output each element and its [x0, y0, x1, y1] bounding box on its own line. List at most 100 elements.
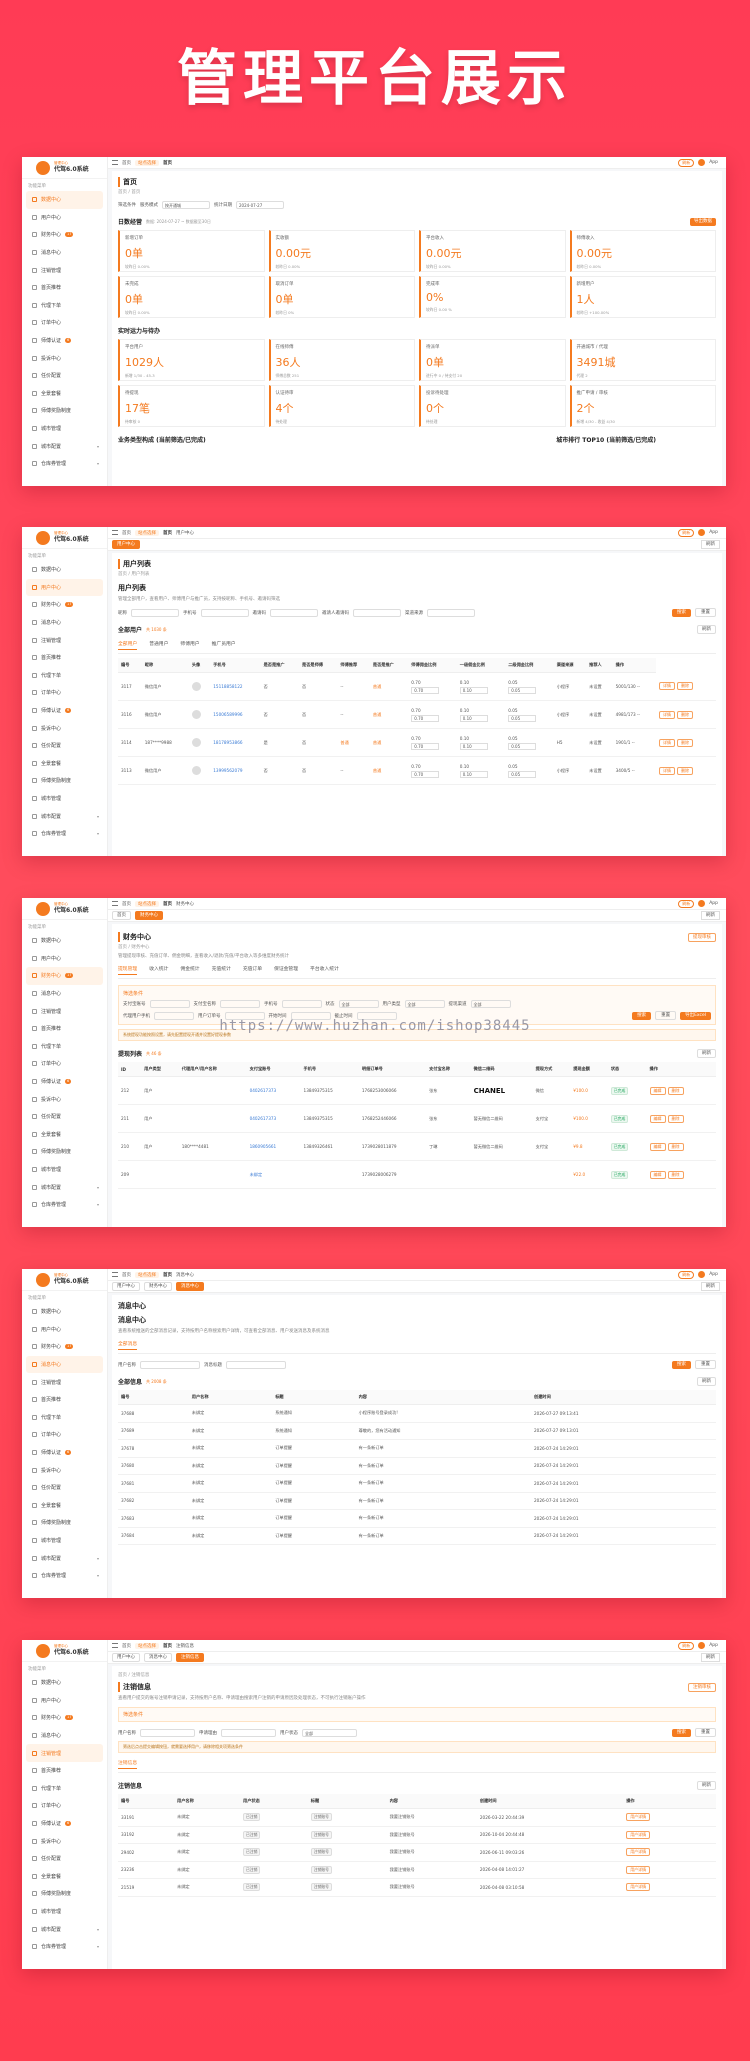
sidebar-item[interactable]: 城市配置 ▾ — [22, 1920, 107, 1938]
avatar[interactable] — [698, 159, 706, 166]
deregister-review-button[interactable]: 注销审核 — [688, 1682, 716, 1692]
tab-deregistration-info[interactable]: 注销信息 — [118, 1759, 138, 1769]
sidebar-item[interactable]: 财务中心 17 — [26, 967, 103, 985]
sidebar-item[interactable]: 用户中心 — [22, 1321, 107, 1339]
refresh-button[interactable]: 刷新 — [678, 1641, 695, 1650]
sidebar-item[interactable]: 城市管理 — [22, 1161, 107, 1179]
rate-input[interactable]: 0.10 — [459, 742, 488, 750]
phone-input[interactable] — [200, 608, 249, 617]
sidebar-item[interactable]: 师傅认证 6 — [22, 1815, 107, 1833]
user-detail-button[interactable]: 用户详情 — [626, 1813, 651, 1822]
date-picker[interactable]: 2024-07-27 — [236, 201, 284, 209]
home-link[interactable]: 首页 — [122, 901, 131, 907]
sidebar-item[interactable]: 全景套餐 — [22, 1126, 107, 1144]
reset-button[interactable]: 重置 — [695, 1728, 716, 1737]
sidebar-item[interactable]: 消息中心 — [22, 614, 107, 632]
tab-deregistration[interactable]: 注销信息 — [176, 1643, 194, 1649]
open-tab-messages[interactable]: 消息中心 — [144, 1653, 172, 1662]
tab-home[interactable]: 首页 — [163, 530, 172, 536]
sidebar-item[interactable]: 首页推荐 — [22, 649, 107, 667]
search-button[interactable]: 搜索 — [672, 1360, 691, 1369]
tab-home[interactable]: 首页 — [163, 901, 172, 907]
filter-tab[interactable]: 平台收入统计 — [310, 965, 339, 975]
alipay-link[interactable]: 0402617373 — [250, 1088, 277, 1093]
tab-finance[interactable]: 财务中心 — [176, 901, 194, 907]
refresh-button[interactable]: 刷新 — [697, 1377, 716, 1386]
rate-input[interactable]: 0.05 — [508, 770, 537, 778]
sidebar-item[interactable]: 订单中心 — [22, 1797, 107, 1815]
menu-icon[interactable] — [112, 1272, 118, 1277]
reset-button[interactable]: 重置 — [695, 608, 716, 617]
sidebar-item[interactable]: 消息中心 — [26, 1355, 103, 1374]
site-select[interactable]: 站点选择 — [135, 1642, 159, 1649]
refresh-button[interactable]: 刷新 — [697, 1049, 716, 1058]
rate-input[interactable]: 0.10 — [459, 770, 488, 778]
sidebar-item[interactable]: 仓库券管理 ▾ — [22, 1567, 107, 1585]
menu-icon[interactable] — [112, 160, 118, 165]
menu-icon[interactable] — [112, 901, 118, 906]
channel-select[interactable]: 全部 — [470, 1000, 511, 1008]
rate-input[interactable]: 0.70 — [411, 714, 440, 722]
rate-input[interactable]: 0.05 — [508, 686, 537, 694]
service-mode-select[interactable]: 按开通城 — [162, 201, 210, 209]
sidebar-item[interactable]: 注销管理 — [22, 1373, 107, 1391]
sidebar-item[interactable]: 仓库券管理 ▾ — [22, 1938, 107, 1956]
tab-home[interactable]: 首页 — [163, 160, 172, 166]
sidebar-item[interactable]: 投诉中心 — [22, 1832, 107, 1850]
user-detail-button[interactable]: 用户详情 — [626, 1883, 651, 1892]
sidebar-item[interactable]: 消息中心 — [22, 244, 107, 262]
filter-tab[interactable]: 充值统计 — [212, 965, 231, 975]
sidebar-item[interactable]: 订单中心 — [22, 684, 107, 702]
sidebar-item[interactable]: 任价配置 — [22, 1108, 107, 1126]
sidebar-item[interactable]: 师傅认证 6 — [22, 332, 107, 350]
phone-link[interactable]: 18178953866 — [213, 740, 242, 745]
row-action-button[interactable]: 详情 — [659, 738, 676, 747]
refresh-button[interactable]: 刷新 — [678, 158, 695, 167]
row-action-button[interactable]: 编辑 — [649, 1086, 666, 1095]
avatar[interactable] — [698, 529, 706, 536]
channel-select[interactable] — [427, 608, 475, 617]
nickname-input[interactable] — [131, 608, 179, 617]
search-button[interactable]: 搜索 — [672, 1728, 691, 1737]
menu-icon[interactable] — [112, 530, 118, 535]
message-title-input[interactable] — [226, 1360, 286, 1369]
sidebar-item[interactable]: 投诉中心 — [22, 719, 107, 737]
sidebar-item[interactable]: 仓库券管理 ▾ — [22, 455, 107, 473]
sidebar-item[interactable]: 全景套餐 — [22, 755, 107, 773]
reason-input[interactable] — [221, 1728, 276, 1737]
row-action-button[interactable]: 删除 — [677, 738, 694, 747]
site-select[interactable]: 站点选择 — [135, 529, 159, 536]
sidebar-item[interactable]: 注销管理 — [22, 261, 107, 279]
sidebar-item[interactable]: 师傅认证 6 — [22, 702, 107, 720]
open-tab-finance[interactable]: 财务中心 — [144, 1282, 172, 1291]
sidebar-item[interactable]: 城市配置 ▾ — [22, 807, 107, 825]
sidebar-item[interactable]: 用户中心 — [22, 950, 107, 968]
sidebar-item[interactable]: 注销管理 — [22, 631, 107, 649]
filter-tab[interactable]: 收入统计 — [149, 965, 168, 975]
sidebar-item[interactable]: 财务中心 17 — [22, 596, 107, 614]
sidebar-item[interactable]: 城市管理 — [22, 790, 107, 808]
rate-input[interactable]: 0.70 — [411, 686, 440, 694]
sidebar-item[interactable]: 城市配置 ▾ — [22, 437, 107, 455]
refresh-button[interactable]: 刷新 — [697, 1781, 716, 1790]
sidebar-item[interactable]: 师傅认证 6 — [22, 1073, 107, 1091]
open-tab-users[interactable]: 用户中心 — [112, 1282, 140, 1291]
alipay-link[interactable]: 未绑定 — [250, 1172, 263, 1177]
sidebar-item[interactable]: 城市管理 — [22, 420, 107, 438]
sidebar-item[interactable]: 数据中心 — [22, 1674, 107, 1692]
export-button[interactable]: 导出数据 — [690, 217, 716, 226]
sidebar-item[interactable]: 师傅奖励制度 — [22, 1143, 107, 1161]
row-action-button[interactable]: 删除 — [667, 1142, 684, 1151]
sidebar-item[interactable]: 订单中心 — [22, 314, 107, 332]
sidebar-item[interactable]: 城市配置 ▾ — [22, 1178, 107, 1196]
sidebar-item[interactable]: 注销管理 — [26, 1744, 103, 1762]
withdraw-review-button[interactable]: 提现审核 — [688, 932, 716, 942]
site-select[interactable]: 站点选择 — [135, 1271, 159, 1278]
sidebar-item[interactable]: 代理下单 — [22, 1409, 107, 1427]
row-action-button[interactable]: 删除 — [677, 766, 694, 775]
sidebar-item[interactable]: 投诉中心 — [22, 1461, 107, 1479]
home-link[interactable]: 首页 — [122, 530, 131, 536]
user-name[interactable]: App — [709, 1272, 718, 1277]
refresh-button[interactable]: 刷新 — [678, 899, 695, 908]
row-action-button[interactable]: 删除 — [677, 710, 694, 719]
